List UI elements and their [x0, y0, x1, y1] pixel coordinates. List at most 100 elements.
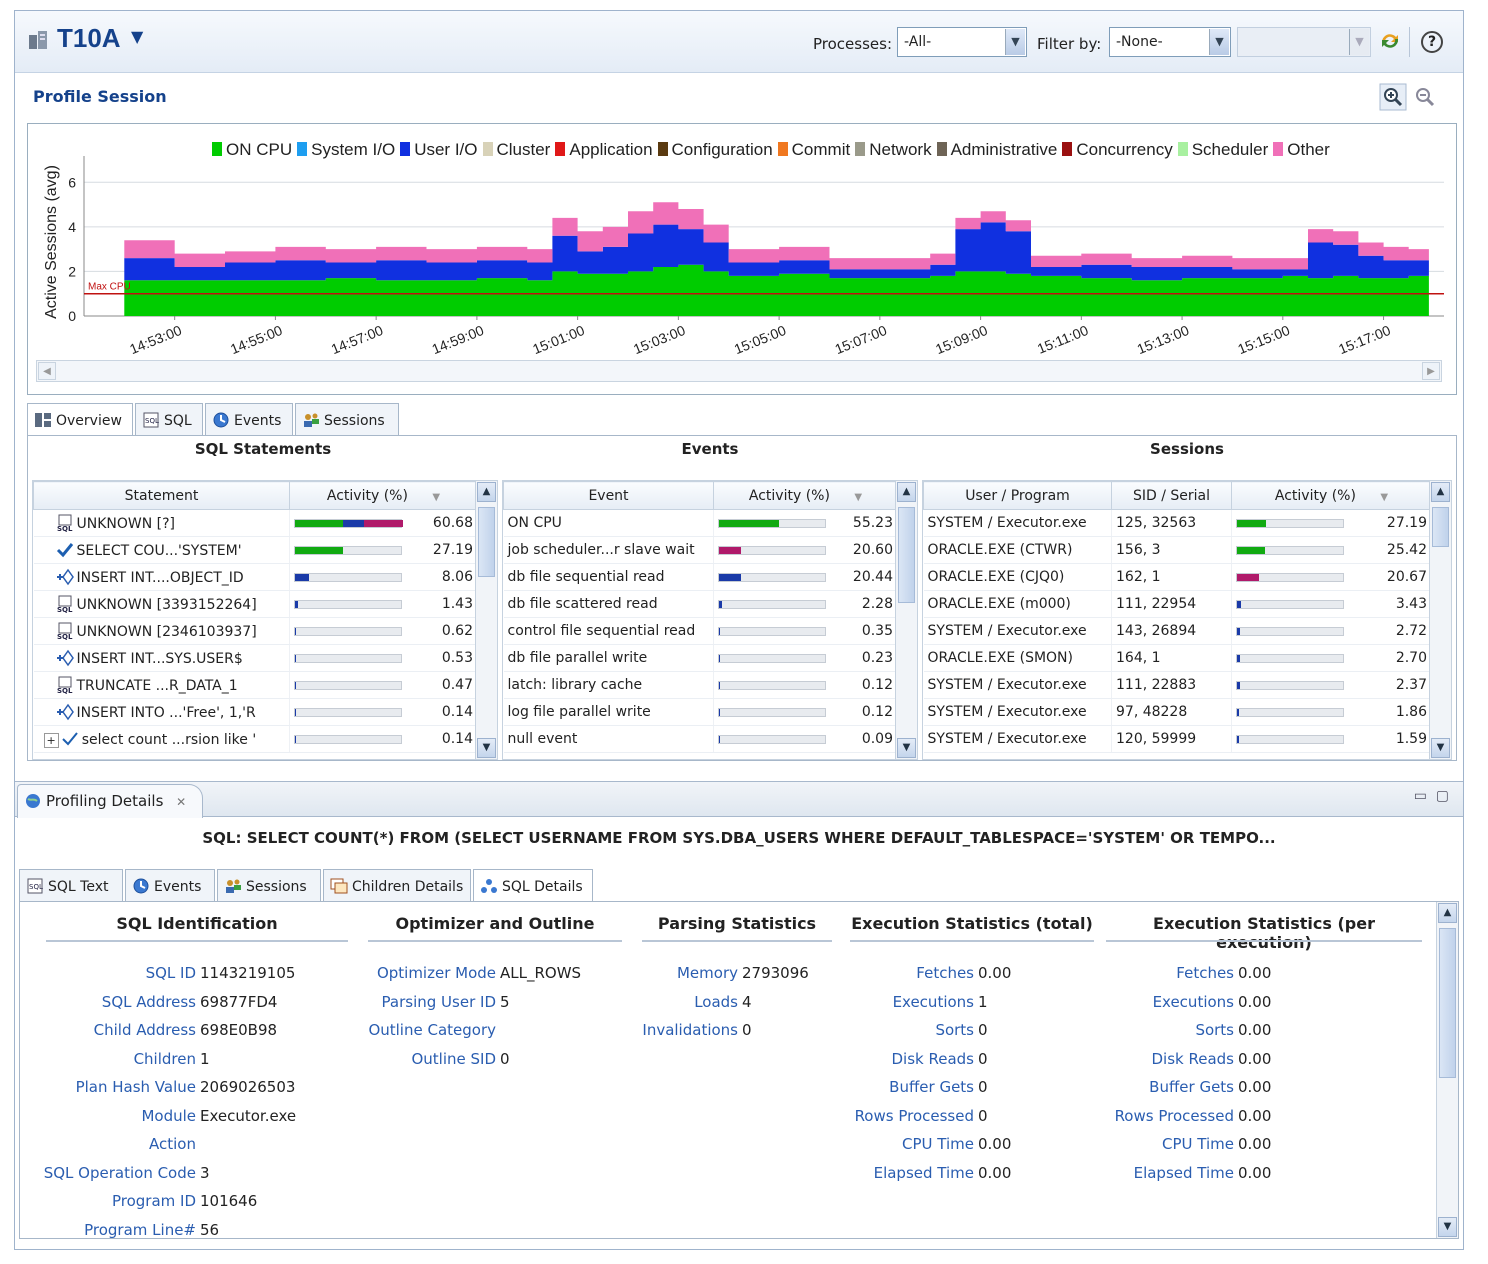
table-row[interactable]: SELECT COU...'SYSTEM' 27.19: [33, 536, 478, 564]
scroll-down-icon[interactable]: ▼: [1431, 738, 1450, 758]
table-row[interactable]: SYSTEM / Executor.exe 111, 22883 2.37: [923, 671, 1432, 699]
help-button[interactable]: ?: [1421, 31, 1443, 53]
zoom-in-icon[interactable]: [1379, 83, 1407, 111]
processes-select[interactable]: -All- ▼: [897, 27, 1027, 57]
table-row[interactable]: INSERT INT....OBJECT_ID 8.06: [33, 563, 478, 591]
detail-field: Module Executor.exe: [141, 1106, 297, 1125]
scroll-up-icon[interactable]: ▲: [1438, 903, 1457, 923]
tab-profiling-details[interactable]: Profiling Details ✕: [17, 784, 203, 818]
activity-bar: [718, 599, 826, 609]
details-scrollbar[interactable]: ▲ ▼: [1436, 902, 1458, 1238]
filter-select[interactable]: -None- ▼: [1109, 27, 1231, 57]
table-row[interactable]: db file sequential read 20.44: [503, 563, 898, 591]
table-row[interactable]: SYSTEM / Executor.exe 143, 26894 2.72: [923, 617, 1432, 645]
maximize-icon[interactable]: ▢: [1436, 788, 1449, 804]
table-row[interactable]: latch: library cache 0.12: [503, 671, 898, 699]
scroll-up-icon[interactable]: ▲: [477, 482, 496, 502]
activity-bar: [294, 545, 402, 555]
events-scrollbar[interactable]: ▲ ▼: [895, 481, 917, 759]
column-header-activity[interactable]: Activity (%) ▼: [289, 481, 478, 510]
chevron-down-icon[interactable]: ▼: [1005, 29, 1025, 55]
table-row[interactable]: log file parallel write 0.12: [503, 698, 898, 726]
zoom-out-icon[interactable]: [1411, 83, 1439, 111]
scroll-thumb[interactable]: [898, 507, 915, 603]
table-row[interactable]: db file scattered read 2.28: [503, 590, 898, 618]
filter-value-select[interactable]: ▼: [1237, 27, 1371, 57]
table-row[interactable]: SQL UNKNOWN [?] 60.68: [33, 509, 478, 537]
active-sessions-chart[interactable]: ON CPU System I/O User I/O Cluster Applicati…: [27, 123, 1457, 395]
minimize-icon[interactable]: ▭: [1414, 788, 1427, 804]
tab-overview[interactable]: Overview: [27, 403, 133, 436]
column-header-activity[interactable]: Activity (%) ▼: [1231, 481, 1432, 510]
table-row[interactable]: SQL TRUNCATE ...R_DATA_1 0.47: [33, 671, 478, 699]
expand-icon[interactable]: +: [43, 733, 59, 748]
scroll-up-icon[interactable]: ▲: [1431, 482, 1450, 502]
sessions-scrollbar[interactable]: ▲ ▼: [1429, 481, 1451, 759]
scroll-right-icon[interactable]: ▶: [1422, 362, 1440, 380]
column-header-statement[interactable]: Statement: [33, 481, 290, 510]
table-row[interactable]: SYSTEM / Executor.exe 97, 48228 1.86: [923, 698, 1432, 726]
divider: [46, 940, 348, 942]
database-icon: [29, 31, 47, 49]
tab-sessions-details[interactable]: Sessions: [217, 869, 321, 901]
children-icon: [330, 878, 348, 894]
table-row[interactable]: control file sequential read 0.35: [503, 617, 898, 645]
column-header-activity[interactable]: Activity (%) ▼: [713, 481, 898, 510]
refresh-icon[interactable]: [1377, 29, 1403, 55]
scroll-thumb[interactable]: [1432, 507, 1449, 547]
sql-statements-table[interactable]: Statement Activity (%) ▼ SQL UNKNOWN [?] …: [32, 480, 498, 760]
tab-children-details[interactable]: Children Details: [323, 869, 471, 901]
table-row[interactable]: SYSTEM / Executor.exe 125, 32563 27.19: [923, 509, 1432, 537]
table-row[interactable]: SQL UNKNOWN [3393152264] 1.43: [33, 590, 478, 618]
table-row[interactable]: SQL UNKNOWN [2346103937] 0.62: [33, 617, 478, 645]
tab-sql-details[interactable]: SQL Details: [473, 869, 593, 902]
activity-bar: [1236, 518, 1344, 528]
tab-sessions[interactable]: Sessions: [295, 403, 399, 435]
sessions-table[interactable]: User / Program SID / Serial Activity (%)…: [922, 480, 1452, 760]
chevron-down-icon[interactable]: ▼: [1209, 29, 1229, 55]
tab-sql[interactable]: SQL SQL: [135, 403, 203, 435]
column-header-user-program[interactable]: User / Program: [923, 481, 1112, 510]
table-row[interactable]: SYSTEM / Executor.exe 120, 59999 1.59: [923, 725, 1432, 753]
chart-horizontal-scrollbar[interactable]: ◀ ▶: [36, 360, 1442, 382]
processes-value: -All-: [904, 34, 932, 50]
activity-bar-fill: [295, 627, 296, 635]
tab-sql-text[interactable]: SQL SQL Text: [19, 869, 123, 901]
database-title[interactable]: T10A: [57, 23, 121, 54]
table-row[interactable]: null event 0.09: [503, 725, 898, 753]
svg-text:SQL: SQL: [145, 417, 159, 425]
table-row[interactable]: ORACLE.EXE (CJQ0) 162, 1 20.67: [923, 563, 1432, 591]
column-header-event[interactable]: Event: [503, 481, 714, 510]
events-table[interactable]: Event Activity (%) ▼ ON CPU 55.23 job sc…: [502, 480, 918, 760]
chart-plot[interactable]: 0 2 4 6 Max CPU Active Sessions (avg) 14:53:00…: [28, 124, 1456, 358]
table-row[interactable]: INSERT INT...SYS.USER$ 0.53: [33, 644, 478, 672]
y-tick-label: 2: [68, 263, 76, 279]
scroll-up-icon[interactable]: ▲: [897, 482, 916, 502]
detail-field: Disk Reads 0: [891, 1049, 988, 1068]
activity-bar-fill: [1237, 735, 1239, 743]
table-row[interactable]: ORACLE.EXE (SMON) 164, 1 2.70: [923, 644, 1432, 672]
svg-text:SQL: SQL: [57, 525, 73, 532]
activity-bar: [294, 518, 403, 528]
table-row[interactable]: db file parallel write 0.23: [503, 644, 898, 672]
table-row[interactable]: ON CPU 55.23: [503, 509, 898, 537]
scroll-thumb[interactable]: [478, 507, 495, 577]
sql-statements-scrollbar[interactable]: ▲ ▼: [475, 481, 497, 759]
column-header-sid-serial[interactable]: SID / Serial: [1111, 481, 1232, 510]
scroll-down-icon[interactable]: ▼: [897, 738, 916, 758]
scroll-down-icon[interactable]: ▼: [477, 738, 496, 758]
scroll-down-icon[interactable]: ▼: [1438, 1217, 1457, 1237]
sessions-title: Sessions: [1150, 440, 1224, 458]
table-row[interactable]: ORACLE.EXE (CTWR) 156, 3 25.42: [923, 536, 1432, 564]
tab-events[interactable]: Events: [205, 403, 293, 435]
chevron-down-icon[interactable]: ▼: [131, 27, 143, 46]
events-title: Events: [681, 440, 739, 458]
table-row[interactable]: ORACLE.EXE (m000) 111, 22954 3.43: [923, 590, 1432, 618]
table-row[interactable]: + select count ...rsion like ' 0.14: [33, 725, 478, 753]
scroll-thumb[interactable]: [1439, 928, 1456, 1078]
table-row[interactable]: job scheduler...r slave wait 20.60: [503, 536, 898, 564]
tab-events-details[interactable]: Events: [125, 869, 215, 901]
table-row[interactable]: INSERT INTO ...'Free', 1,'R 0.14: [33, 698, 478, 726]
close-icon[interactable]: ✕: [176, 795, 186, 809]
scroll-left-icon[interactable]: ◀: [38, 362, 56, 380]
